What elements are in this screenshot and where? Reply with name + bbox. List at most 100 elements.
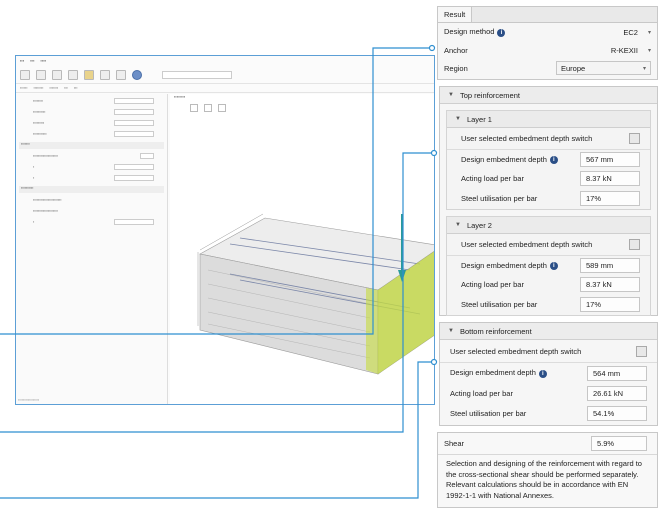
depth-row: Design embedment depth i 564 mm bbox=[440, 363, 657, 383]
layer-1-header[interactable]: ▼ Layer 1 bbox=[447, 111, 650, 128]
shear-value: 5.9% bbox=[591, 436, 647, 451]
design-method-value: EC2 bbox=[623, 27, 638, 37]
input-row: ▪▪▪▪▪▪▪▪▪▪ bbox=[19, 107, 164, 116]
bottom-reinforcement-panel: ▼ Bottom reinforcement User selected emb… bbox=[439, 322, 658, 426]
top-reinforcement-title: Top reinforcement bbox=[459, 90, 520, 100]
menu-item[interactable]: ▪▪▪▪ bbox=[41, 58, 47, 64]
input-field[interactable] bbox=[140, 152, 154, 159]
depth-label: Design embedment depth i bbox=[461, 261, 558, 270]
collapse-triangle-icon: ▼ bbox=[455, 116, 461, 122]
shear-row: Shear 5.9% bbox=[438, 433, 657, 455]
collapse-triangle-icon: ▼ bbox=[455, 222, 461, 228]
depth-label: Design embedment depth i bbox=[461, 155, 558, 164]
input-row: ▪ bbox=[19, 217, 164, 226]
depth-row: Design embedment depth i 567 mm bbox=[447, 150, 650, 169]
bottom-reinforcement-title: Bottom reinforcement bbox=[459, 326, 532, 336]
design-method-row: Design method i EC2 ▾ bbox=[438, 23, 657, 41]
depth-label: Design embedment depth i bbox=[450, 368, 547, 378]
util-row: Steel utilisation per bar 54.1% bbox=[440, 403, 657, 423]
screenshot-root: ▪▪▪ ▪▪▪ ▪▪▪▪ ▪▪▪▪▪▪ ▪▪▪▪▪▪▪▪ ▪▪▪▪▪▪▪ ▪▪▪… bbox=[0, 0, 658, 508]
input-row: ▪▪▪▪▪▪▪▪▪▪▪▪▪▪▪▪▪▪▪▪ bbox=[19, 151, 164, 160]
load-row: Acting load per bar 8.37 kN bbox=[447, 275, 650, 294]
top-reinforcement-panel: ▼ Top reinforcement ▼ Layer 1 User selec… bbox=[439, 86, 658, 316]
input-field[interactable] bbox=[114, 97, 154, 104]
menu-item[interactable]: ▪▪▪ bbox=[30, 58, 34, 64]
section-header: ▪▪▪▪▪▪▪▪▪▪ bbox=[19, 186, 164, 193]
util-row: Steel utilisation per bar 17% bbox=[447, 188, 650, 209]
app-toolbar bbox=[16, 66, 434, 84]
embedment-switch-label: User selected embedment depth switch bbox=[461, 134, 593, 143]
chevron-down-icon: ▾ bbox=[647, 29, 651, 36]
save-icon[interactable] bbox=[52, 69, 62, 80]
embedment-switch-checkbox[interactable] bbox=[636, 345, 647, 357]
depth-value: 567 mm bbox=[580, 152, 640, 167]
project-selector[interactable] bbox=[162, 70, 232, 79]
collapse-triangle-icon: ▼ bbox=[448, 328, 454, 334]
info-icon[interactable] bbox=[132, 69, 142, 80]
anchor-value: R-KEXII bbox=[610, 45, 638, 55]
input-field[interactable] bbox=[114, 218, 154, 225]
input-row: ▪▪▪▪▪▪▪▪ bbox=[19, 96, 164, 105]
input-row: ▪▪▪▪▪▪▪▪▪▪▪▪▪▪▪▪▪▪▪▪ bbox=[33, 208, 58, 213]
depth-value: 589 mm bbox=[580, 258, 640, 273]
open-file-icon[interactable] bbox=[36, 69, 46, 80]
new-file-icon[interactable] bbox=[20, 69, 30, 80]
load-value: 8.37 kN bbox=[580, 277, 640, 292]
load-label: Acting load per bar bbox=[461, 280, 524, 289]
input-row: ▪▪▪▪▪▪▪▪▪▪▪ bbox=[19, 129, 164, 138]
embedment-switch-label: User selected embedment depth switch bbox=[450, 346, 582, 356]
embedment-switch-row: User selected embedment depth switch bbox=[447, 234, 650, 255]
shear-note: Selection and designing of the reinforce… bbox=[446, 459, 642, 500]
region-row: Region Europe ▾ bbox=[438, 59, 657, 77]
tab-view[interactable]: ▪▪▪ bbox=[74, 86, 78, 90]
tab-new-construction[interactable]: ▪▪▪▪▪▪▪ bbox=[49, 86, 58, 90]
input-row: ▪ bbox=[19, 173, 164, 182]
input-field[interactable] bbox=[114, 108, 154, 115]
info-icon[interactable]: i bbox=[497, 28, 506, 37]
input-field[interactable] bbox=[114, 130, 154, 137]
redo-icon[interactable] bbox=[100, 69, 110, 80]
util-value: 54.1% bbox=[587, 405, 647, 421]
tab-application[interactable]: ▪▪▪▪▪▪ bbox=[20, 86, 27, 90]
input-sidebar: ▪▪▪▪▪▪▪▪ ▪▪▪▪▪▪▪▪▪▪ ▪▪▪▪▪▪▪▪▪ ▪▪▪▪▪▪▪▪▪▪… bbox=[16, 94, 168, 404]
embedment-switch-checkbox[interactable] bbox=[629, 133, 640, 144]
util-value: 17% bbox=[580, 297, 640, 312]
input-field[interactable] bbox=[114, 119, 154, 126]
info-icon[interactable]: i bbox=[538, 369, 547, 378]
layer-2-header[interactable]: ▼ Layer 2 bbox=[447, 217, 650, 234]
menu-item[interactable]: ▪▪▪ bbox=[20, 58, 24, 64]
bottom-reinforcement-header[interactable]: ▼ Bottom reinforcement bbox=[440, 323, 657, 340]
tab-result[interactable]: Result bbox=[438, 7, 473, 22]
input-field[interactable] bbox=[114, 163, 154, 170]
util-label: Steel utilisation per bar bbox=[461, 300, 538, 309]
embedment-switch-checkbox[interactable] bbox=[629, 239, 640, 250]
tab-loads[interactable]: ▪▪▪ bbox=[64, 86, 68, 90]
input-row: ▪ bbox=[19, 162, 164, 171]
status-bar: ▪▪▪▪▪▪▪▪▪▪▪▪▪▪▪▪▪ bbox=[18, 398, 40, 402]
chevron-down-icon: ▾ bbox=[647, 47, 651, 54]
load-value: 8.37 kN bbox=[580, 171, 640, 186]
depth-value: 564 mm bbox=[587, 365, 647, 381]
section-header: ▪▪▪▪▪▪▪ bbox=[19, 142, 164, 149]
region-select[interactable]: Europe ▾ bbox=[556, 61, 651, 75]
design-method-select[interactable]: EC2 ▾ bbox=[623, 28, 651, 37]
save-as-icon[interactable] bbox=[68, 69, 78, 80]
3d-viewport[interactable]: ▪▪▪▪▪▪▪▪ bbox=[170, 94, 434, 404]
load-value: 26.61 kN bbox=[587, 385, 647, 401]
chevron-down-icon: ▾ bbox=[642, 65, 646, 72]
result-panel: Result Design method i EC2 ▾ Anchor R-KEXI… bbox=[437, 6, 658, 80]
anchor-select[interactable]: R-KEXII ▾ bbox=[611, 46, 651, 55]
anchor-row: Anchor R-KEXII ▾ bbox=[438, 41, 657, 59]
depth-label-text: Design embedment depth bbox=[461, 154, 547, 164]
undo-icon[interactable] bbox=[84, 69, 94, 80]
util-row: Steel utilisation per bar 17% bbox=[447, 294, 650, 315]
collapse-triangle-icon: ▼ bbox=[448, 92, 454, 98]
input-field[interactable] bbox=[114, 174, 154, 181]
info-icon[interactable]: i bbox=[549, 156, 558, 164]
settings-icon[interactable] bbox=[116, 69, 126, 80]
design-method-label-text: Design method bbox=[444, 27, 495, 37]
tab-existing-construction[interactable]: ▪▪▪▪▪▪▪▪ bbox=[33, 86, 43, 90]
top-reinforcement-header[interactable]: ▼ Top reinforcement bbox=[440, 87, 657, 104]
info-icon[interactable]: i bbox=[549, 262, 558, 270]
layer-2-title: Layer 2 bbox=[466, 220, 492, 230]
